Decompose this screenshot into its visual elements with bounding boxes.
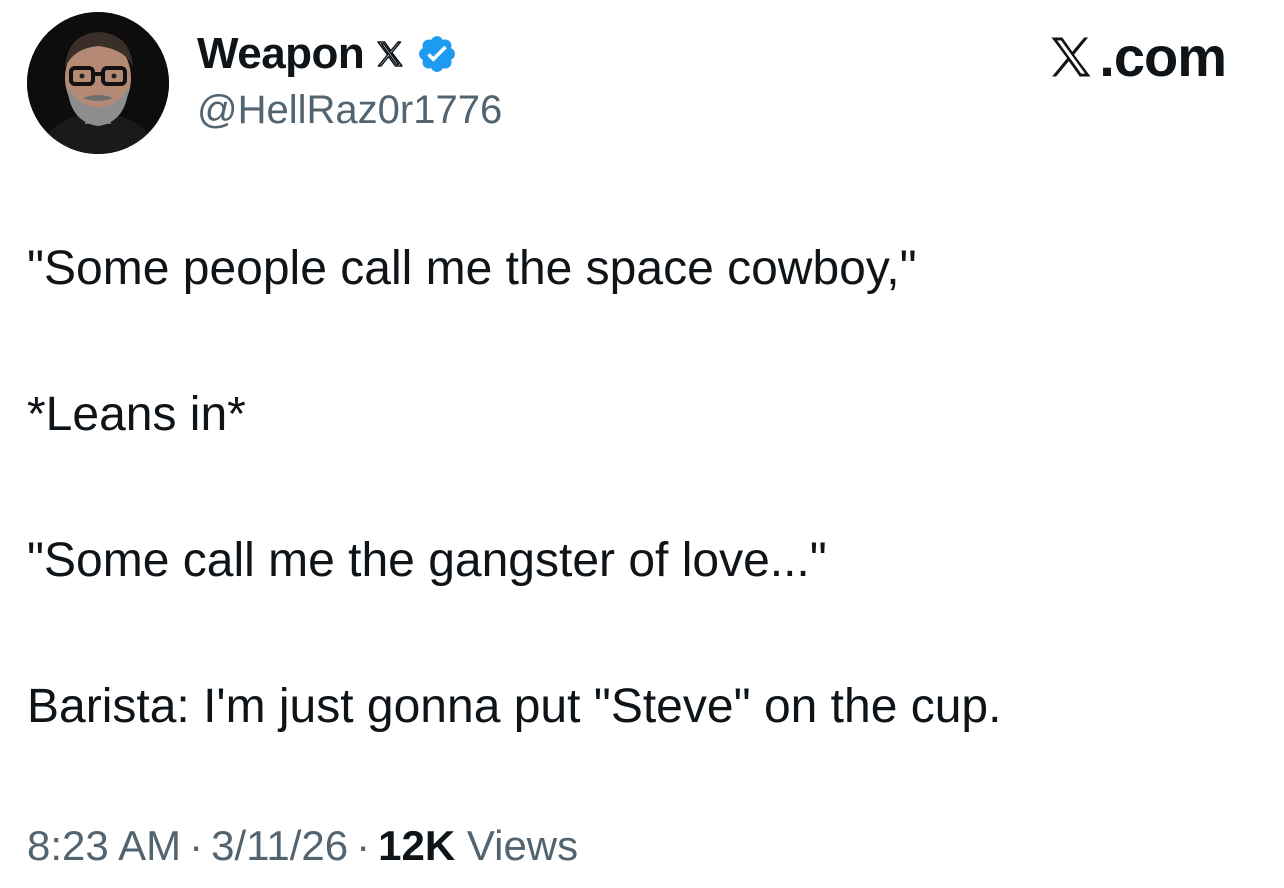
- tweet-text-line: *Leans in*: [27, 388, 246, 441]
- brand-label: .com: [1099, 25, 1227, 88]
- tweet-text-line: Barista: I'm just gonna put "Steve" on t…: [27, 680, 1002, 733]
- views-label[interactable]: Views: [467, 822, 578, 869]
- meta-separator: ·: [189, 822, 204, 869]
- meta-separator: ·: [356, 822, 371, 869]
- x-logo-icon: [1045, 31, 1097, 83]
- brand-watermark: .com: [1045, 24, 1227, 89]
- verified-badge-icon: [416, 33, 458, 75]
- tweet-card: Weapon @HellRaz0r1776 .com "Some people …: [0, 0, 1284, 888]
- tweet-date[interactable]: 3/11/26: [211, 822, 348, 869]
- tweet-text-line: "Some people call me the space cowboy,": [27, 242, 917, 295]
- views-count[interactable]: 12K: [378, 822, 455, 869]
- tweet-text-line: "Some call me the gangster of love...": [27, 534, 827, 587]
- author-display-name[interactable]: Weapon: [197, 29, 365, 79]
- avatar[interactable]: [27, 12, 169, 154]
- x-logo-icon: [374, 38, 406, 70]
- tweet-time[interactable]: 8:23 AM: [27, 822, 181, 869]
- author-handle[interactable]: @HellRaz0r1776: [197, 88, 502, 133]
- author-name-row: Weapon: [197, 26, 458, 82]
- avatar-portrait: [27, 12, 169, 154]
- tweet-meta: 8:23 AM · 3/11/26 · 12K Views: [27, 822, 578, 870]
